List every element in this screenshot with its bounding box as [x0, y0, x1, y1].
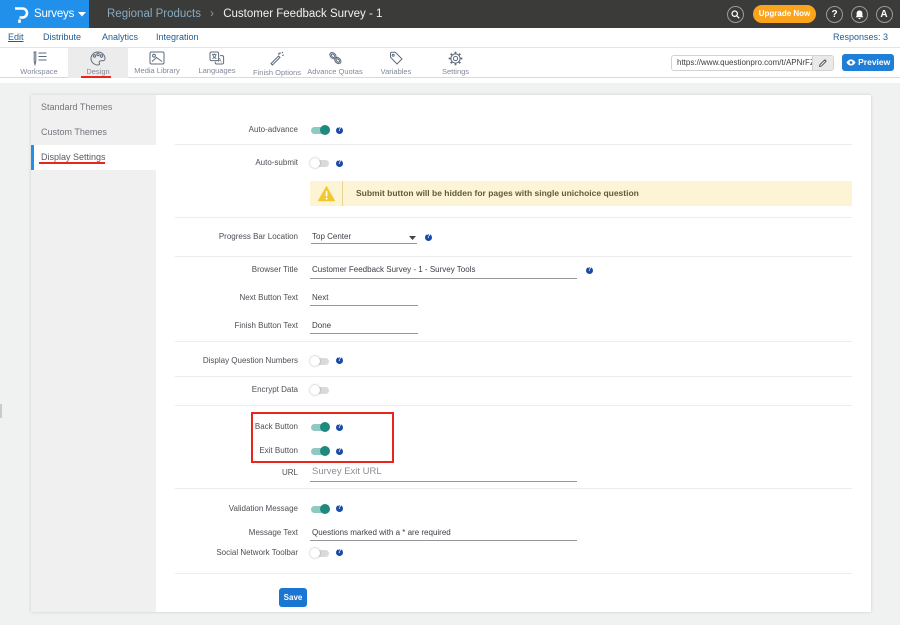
- svg-text:A: A: [218, 58, 222, 64]
